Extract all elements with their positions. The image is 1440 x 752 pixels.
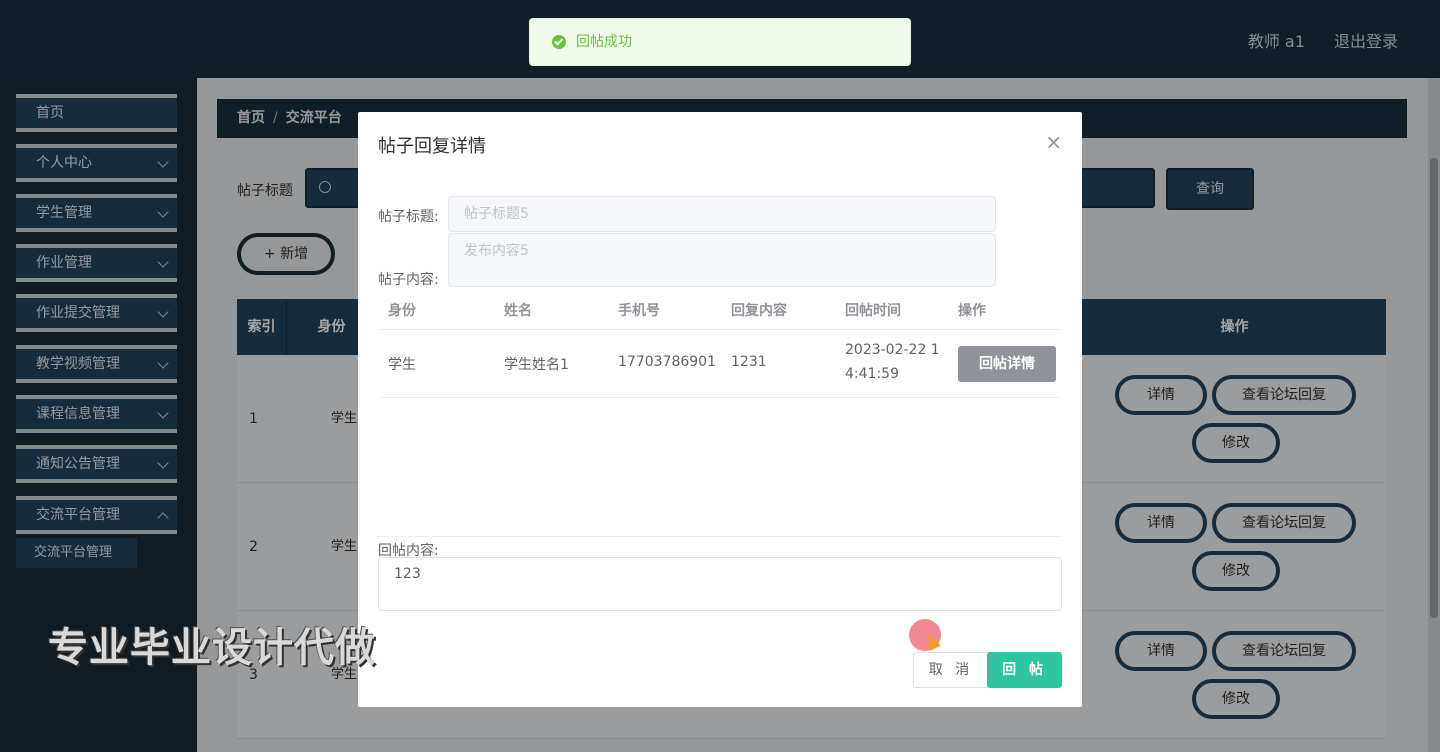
reply-time-line1: 2023-02-22 1 [845, 342, 940, 358]
column-header-name: 姓名 [504, 303, 532, 319]
reply-detail-dialog: 帖子回复详情 × 帖子标题: 帖子标题5 帖子内容: 发布内容5 身份 姓名 手… [358, 112, 1082, 707]
divider [378, 536, 1062, 537]
post-title-field: 帖子标题5 [448, 196, 996, 232]
column-header-content: 回复内容 [731, 303, 787, 319]
column-header-time: 回帖时间 [845, 303, 901, 319]
reply-content-textarea[interactable]: 123 [378, 557, 1062, 611]
watermark: 专业毕业设计代做 [48, 625, 376, 671]
submit-reply-button[interactable]: 回 帖 [987, 652, 1062, 688]
column-header-actions: 操作 [958, 303, 986, 319]
reply-role: 学生 [388, 357, 416, 373]
column-header-role: 身份 [388, 303, 416, 319]
reply-row: 学生 学生姓名1 17703786901 1231 2023-02-22 1 4… [378, 330, 1062, 398]
toast-message: 回帖成功 [576, 34, 632, 50]
reply-name: 学生姓名1 [504, 357, 569, 373]
reply-content: 1231 [731, 354, 767, 370]
reply-phone: 17703786901 [618, 354, 716, 370]
post-content-label: 帖子内容: [378, 272, 439, 288]
post-title-label: 帖子标题: [378, 209, 439, 225]
replies-table-header: 身份 姓名 手机号 回复内容 回帖时间 操作 [378, 288, 1062, 330]
reply-time-line2: 4:41:59 [845, 366, 899, 382]
close-icon[interactable]: × [1045, 130, 1062, 154]
check-circle-icon [552, 35, 566, 49]
success-toast: 回帖成功 [529, 18, 911, 66]
dialog-title: 帖子回复详情 [378, 136, 486, 157]
column-header-phone: 手机号 [618, 303, 660, 319]
cancel-button[interactable]: 取 消 [913, 652, 989, 688]
reply-detail-button[interactable]: 回帖详情 [958, 346, 1056, 382]
post-content-field: 发布内容5 [448, 233, 996, 287]
